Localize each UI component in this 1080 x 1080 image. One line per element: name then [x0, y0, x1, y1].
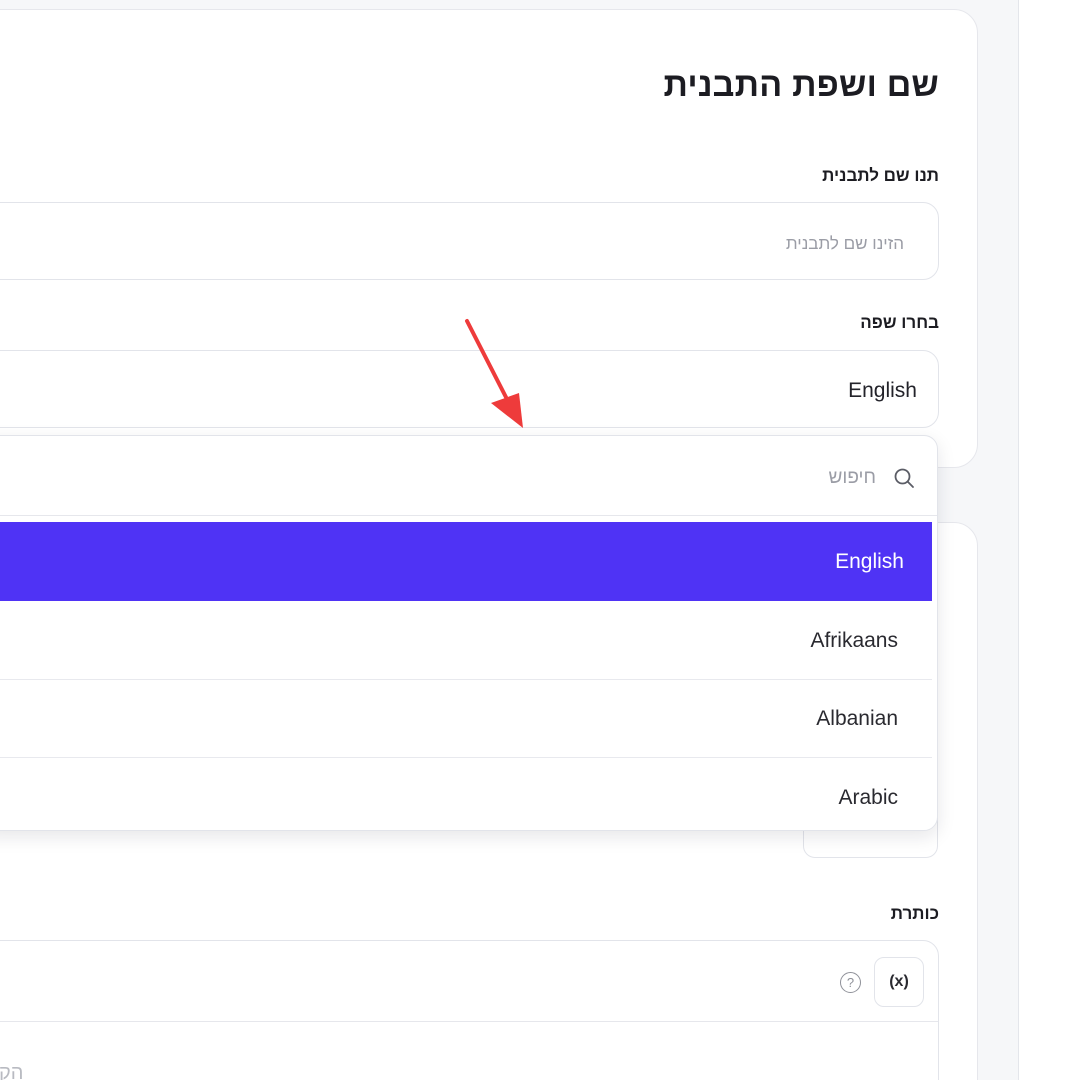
- title-hint-text: הק: [0, 1062, 24, 1080]
- template-name-label: תנו שם לתבנית: [822, 166, 939, 185]
- language-option-albanian[interactable]: Albanian: [0, 679, 932, 758]
- app-screen: שם ושפת התבנית תנו שם לתבנית הזינו שם לת…: [0, 0, 1080, 1080]
- insert-variable-button[interactable]: (x): [874, 957, 924, 1007]
- language-dropdown: חיפוש English Afrikaans Albanian Arabic: [0, 435, 938, 831]
- language-option-label: Arabic: [838, 786, 898, 809]
- language-option-afrikaans[interactable]: Afrikaans: [0, 601, 932, 680]
- language-select-value: English: [848, 379, 917, 402]
- language-option-label: English: [835, 550, 904, 573]
- language-label: בחרו שפה: [860, 313, 939, 332]
- language-option-arabic[interactable]: Arabic: [0, 758, 932, 830]
- annotation-arrow-icon: [465, 319, 523, 428]
- language-option-label: Afrikaans: [810, 629, 898, 652]
- search-icon: [894, 468, 914, 488]
- language-option-english[interactable]: English: [0, 522, 932, 601]
- variable-icon: (x): [889, 973, 909, 990]
- help-circle-icon[interactable]: ?: [840, 972, 861, 993]
- dropdown-search-placeholder: חיפוש: [828, 467, 876, 488]
- dropdown-search[interactable]: חיפוש: [0, 436, 937, 516]
- template-name-input[interactable]: הזינו שם לתבנית: [0, 202, 939, 280]
- template-name-placeholder: הזינו שם לתבנית: [785, 234, 904, 253]
- title-toolbar-divider: [0, 1021, 938, 1022]
- title-input[interactable]: (x) ? הק: [0, 940, 939, 1080]
- title-label: כותרת: [890, 904, 939, 923]
- right-sidebar: [1018, 0, 1080, 1080]
- language-option-label: Albanian: [816, 707, 898, 730]
- card-title: שם ושפת התבנית: [663, 66, 939, 104]
